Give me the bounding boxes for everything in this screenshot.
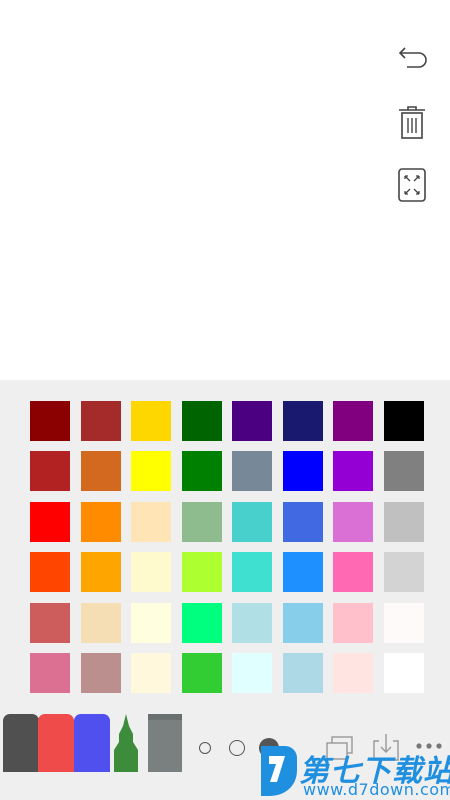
- color-grid: [30, 401, 424, 693]
- color-swatch[interactable]: [232, 602, 272, 643]
- brush-size-small[interactable]: [199, 742, 211, 754]
- color-swatch[interactable]: [181, 602, 222, 643]
- color-swatch[interactable]: [30, 501, 70, 542]
- color-swatch[interactable]: [232, 451, 272, 492]
- color-swatch[interactable]: [80, 652, 121, 693]
- color-swatch[interactable]: [282, 451, 323, 492]
- color-swatch[interactable]: [80, 401, 121, 441]
- d7-logo-icon: [261, 746, 297, 796]
- color-swatch[interactable]: [30, 451, 70, 492]
- color-swatch[interactable]: [131, 602, 171, 643]
- color-swatch[interactable]: [282, 652, 323, 693]
- trash-icon: [399, 106, 425, 139]
- fullscreen-button[interactable]: [393, 166, 431, 204]
- color-swatch[interactable]: [383, 652, 424, 693]
- color-swatch[interactable]: [131, 652, 171, 693]
- color-swatch[interactable]: [383, 501, 424, 542]
- color-swatch[interactable]: [333, 652, 373, 693]
- color-swatch[interactable]: [131, 451, 171, 492]
- color-swatch[interactable]: [30, 401, 70, 441]
- color-swatch[interactable]: [30, 602, 70, 643]
- color-swatch[interactable]: [181, 501, 222, 542]
- color-swatch[interactable]: [383, 451, 424, 492]
- eraser-body: [148, 720, 182, 772]
- pencil-green-button[interactable]: [110, 712, 142, 772]
- watermark-url: www.d7down.com: [303, 780, 450, 799]
- clear-button[interactable]: [393, 103, 431, 141]
- color-swatch[interactable]: [232, 401, 272, 441]
- color-swatch[interactable]: [181, 401, 222, 441]
- color-swatch[interactable]: [383, 401, 424, 441]
- color-swatch[interactable]: [80, 451, 121, 492]
- color-swatch[interactable]: [131, 552, 171, 593]
- color-swatch[interactable]: [333, 552, 373, 593]
- color-swatch[interactable]: [333, 501, 373, 542]
- color-swatch[interactable]: [383, 602, 424, 643]
- color-swatch[interactable]: [333, 451, 373, 492]
- undo-button[interactable]: [393, 40, 431, 78]
- expand-icon: [398, 168, 426, 202]
- color-swatch[interactable]: [181, 552, 222, 593]
- color-swatch[interactable]: [131, 401, 171, 441]
- color-swatch[interactable]: [282, 501, 323, 542]
- color-swatch[interactable]: [232, 501, 272, 542]
- marker-dark-button[interactable]: [3, 714, 39, 772]
- site-watermark: 第七下载站 www.d7down.com: [255, 742, 450, 800]
- color-swatch[interactable]: [80, 552, 121, 593]
- color-swatch[interactable]: [30, 552, 70, 593]
- drawing-canvas[interactable]: [0, 0, 450, 380]
- color-swatch[interactable]: [282, 401, 323, 441]
- color-swatch[interactable]: [282, 602, 323, 643]
- color-swatch[interactable]: [333, 401, 373, 441]
- eraser-button[interactable]: [148, 714, 182, 772]
- color-swatch[interactable]: [181, 451, 222, 492]
- undo-icon: [398, 47, 427, 68]
- color-swatch[interactable]: [232, 552, 272, 593]
- color-swatch[interactable]: [30, 652, 70, 693]
- marker-blue-button[interactable]: [74, 714, 110, 772]
- color-swatch[interactable]: [80, 501, 121, 542]
- brush-size-medium[interactable]: [229, 740, 245, 756]
- color-swatch[interactable]: [333, 602, 373, 643]
- color-swatch[interactable]: [181, 652, 222, 693]
- marker-red-button[interactable]: [38, 714, 74, 772]
- color-swatch[interactable]: [232, 652, 272, 693]
- color-swatch[interactable]: [131, 501, 171, 542]
- color-swatch[interactable]: [383, 552, 424, 593]
- color-swatch[interactable]: [282, 552, 323, 593]
- color-swatch[interactable]: [80, 602, 121, 643]
